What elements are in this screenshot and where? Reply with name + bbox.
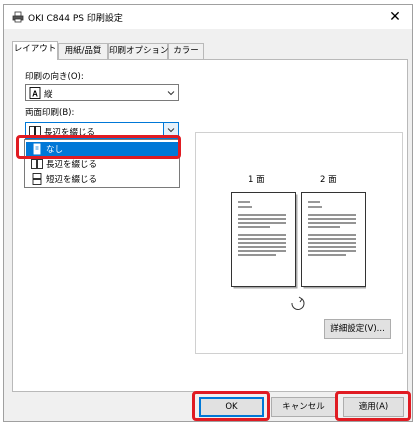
layout-panel: 印刷の向き(O): A 縦 両面印刷(B): 長辺を綴じる 1 面 2 面 詳細… xyxy=(12,59,408,392)
printer-icon xyxy=(12,11,24,23)
page1-label: 1 面 xyxy=(248,175,265,185)
chevron-down-icon xyxy=(167,128,175,133)
duplex-option-short-edge[interactable]: 短辺を綴じる xyxy=(26,172,178,186)
preview-pages xyxy=(231,192,366,310)
duplex-label: 両面印刷(B): xyxy=(25,108,75,118)
chevron-down-icon xyxy=(167,91,175,96)
orientation-select[interactable]: A 縦 xyxy=(25,84,179,101)
print-settings-window: OKI C844 PS 印刷設定 ✕ レイアウト 用紙/品質 印刷オプション カ… xyxy=(3,4,413,422)
long-edge-icon xyxy=(31,159,43,169)
duplex-option-label: 長辺を綴じる xyxy=(46,160,98,170)
svg-text:A: A xyxy=(32,90,38,99)
window-title: OKI C844 PS 印刷設定 xyxy=(28,14,123,24)
highlight-apply-button xyxy=(335,391,411,421)
tab-print-options[interactable]: 印刷オプション xyxy=(108,43,169,59)
orientation-label: 印刷の向き(O): xyxy=(25,72,84,82)
highlight-none-option xyxy=(16,135,181,159)
advanced-settings-button[interactable]: 詳細設定(V)... xyxy=(324,319,391,339)
portrait-icon: A xyxy=(29,87,41,99)
highlight-ok-button xyxy=(192,391,270,421)
cancel-button[interactable]: キャンセル xyxy=(271,397,336,417)
duplex-option-label: 短辺を綴じる xyxy=(46,175,98,185)
close-button[interactable]: ✕ xyxy=(386,8,404,26)
tab-layout[interactable]: レイアウト xyxy=(12,41,58,60)
tab-color[interactable]: カラー xyxy=(168,43,204,59)
title-bar[interactable]: OKI C844 PS 印刷設定 ✕ xyxy=(4,5,412,29)
page2-label: 2 面 xyxy=(320,175,337,185)
tab-paper-quality[interactable]: 用紙/品質 xyxy=(58,43,108,59)
orientation-value: 縦 xyxy=(44,90,53,100)
short-edge-icon xyxy=(32,173,42,185)
duplex-option-long-edge[interactable]: 長辺を綴じる xyxy=(26,157,178,171)
